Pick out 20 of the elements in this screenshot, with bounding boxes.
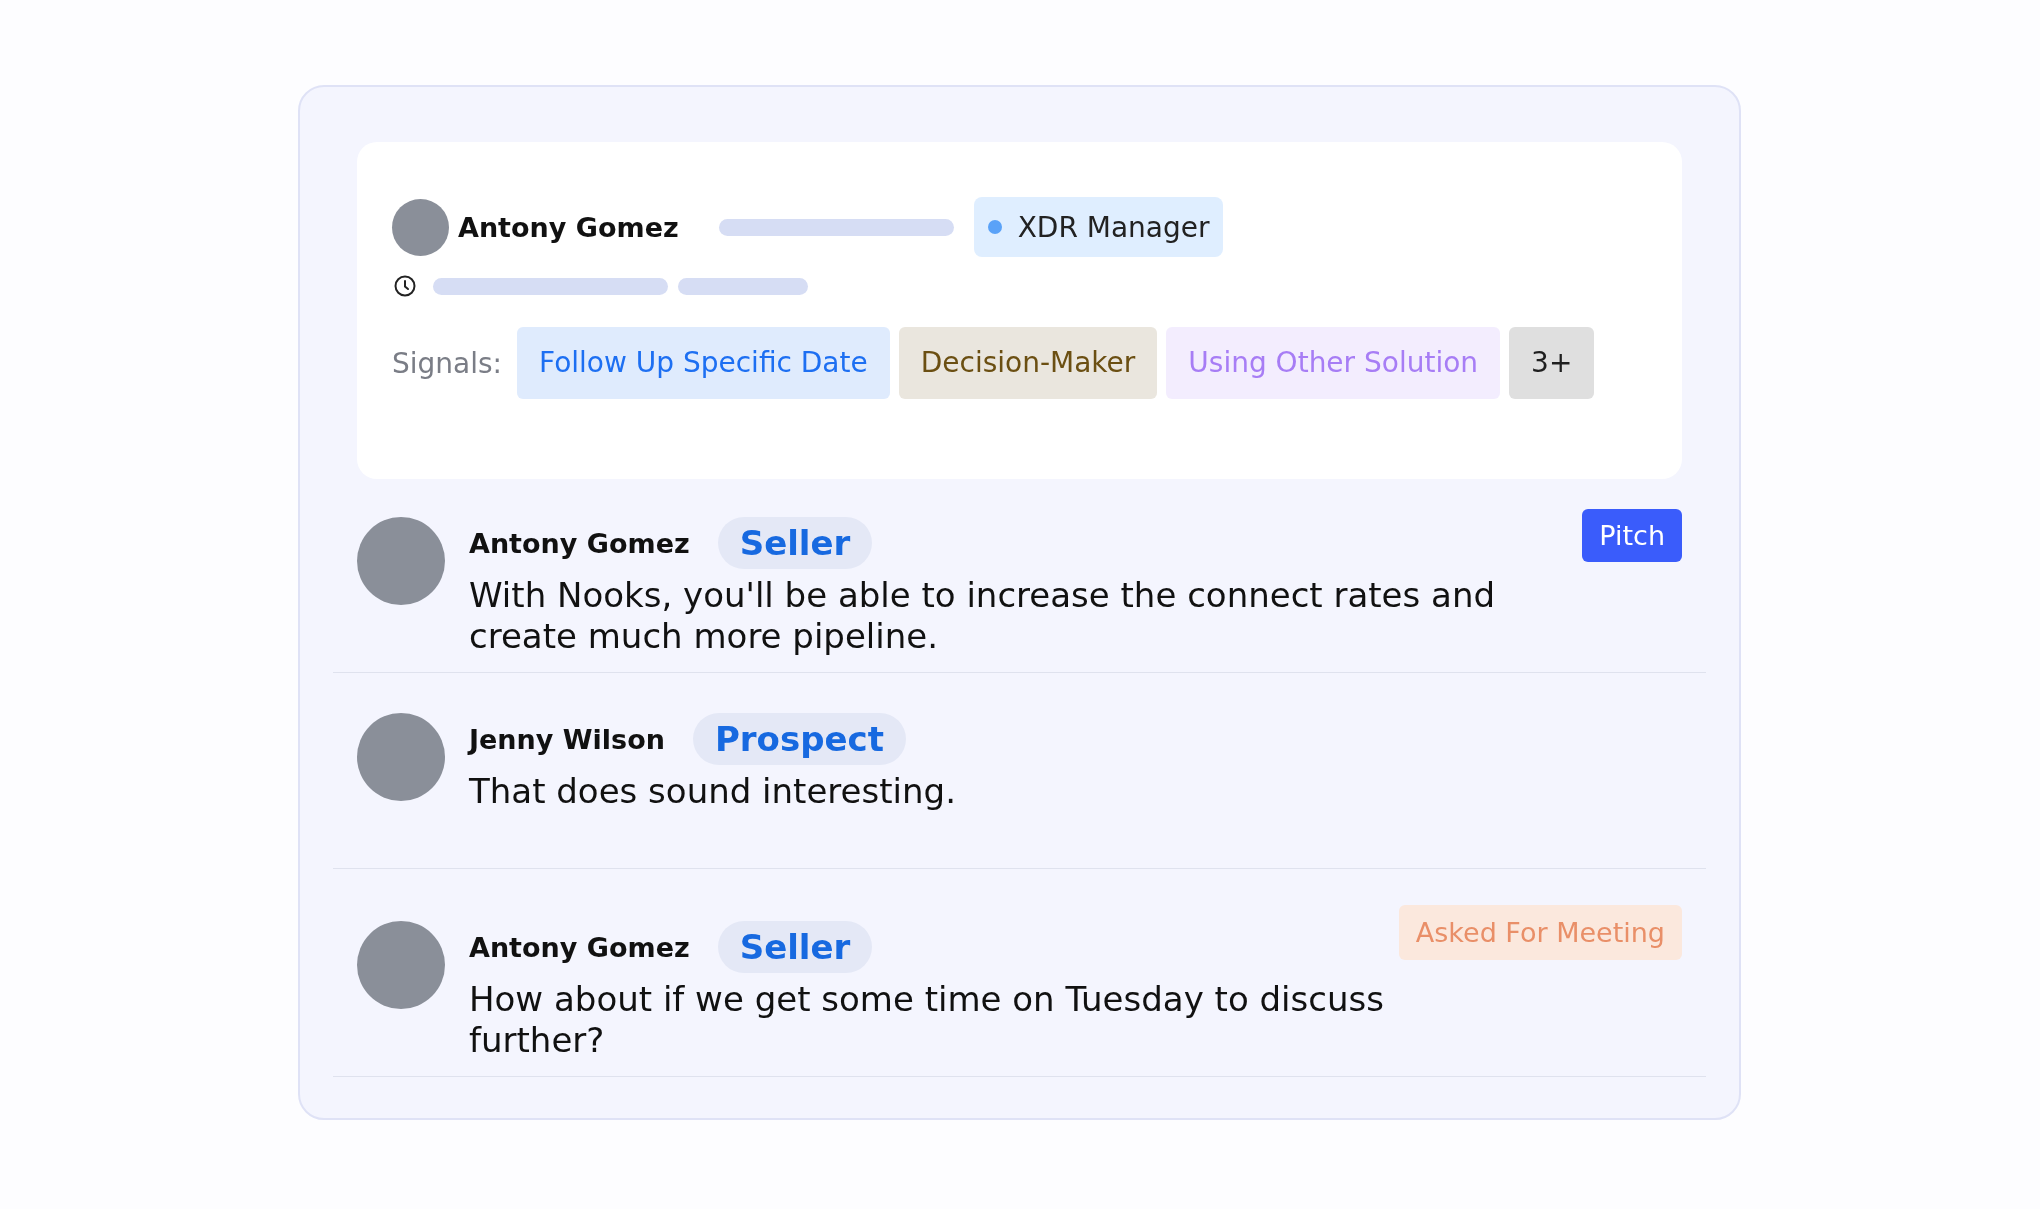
role-tag: Prospect [692,713,907,765]
clock-icon [393,274,417,298]
role-tag: Seller [717,517,873,569]
signal-tag: Decision-Maker [898,327,1158,399]
message-text: How about if we get some time on Tuesday to discuss further? [469,979,1385,1061]
signals-label: Signals: [392,346,503,380]
role-tag: XDR Manager [973,197,1223,257]
signal-tag: Using Other Solution [1166,327,1501,399]
speaker-name: Jenny Wilson [469,723,665,755]
signal-tag: Follow Up Specific Date [517,327,890,399]
intent-tag: Asked For Meeting [1398,905,1682,960]
speaker-name: Antony Gomez [469,527,690,559]
speaker-name: Antony Gomez [469,931,690,963]
role-tag: Seller [717,921,873,973]
pitch-button[interactable]: Pitch [1582,509,1682,562]
signal-tag: 3+ [1509,327,1595,399]
contact-name: Antony Gomez [458,211,679,243]
avatar [392,198,449,256]
message-text: That does sound interesting. [469,771,957,812]
message-text: With Nooks, you'll be able to increase the connect rates and create much more pipeline. [469,575,1497,657]
